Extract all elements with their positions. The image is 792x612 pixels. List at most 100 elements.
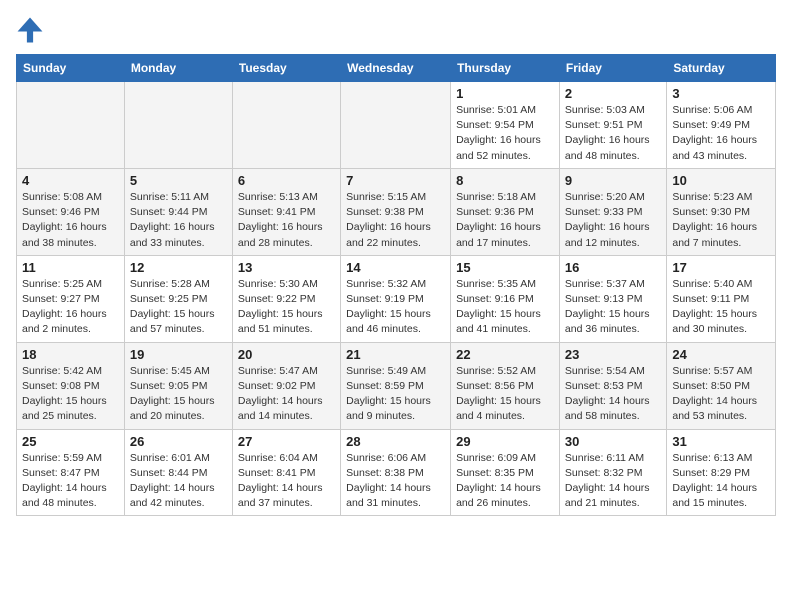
day-cell: 23 Sunrise: 5:54 AM Sunset: 8:53 PM Dayli… — [559, 342, 666, 429]
day-info: Sunrise: 5:11 AM Sunset: 9:44 PM Dayligh… — [130, 190, 227, 251]
day-cell — [232, 82, 340, 169]
day-cell: 7 Sunrise: 5:15 AM Sunset: 9:38 PM Daylig… — [341, 168, 451, 255]
page-header — [16, 16, 776, 44]
day-number: 10 — [672, 173, 770, 188]
day-number: 29 — [456, 434, 554, 449]
day-cell: 8 Sunrise: 5:18 AM Sunset: 9:36 PM Daylig… — [451, 168, 560, 255]
day-cell: 15Sunrise: 5:35 AM Sunset: 9:16 PM Dayli… — [451, 255, 560, 342]
day-cell: 14Sunrise: 5:32 AM Sunset: 9:19 PM Dayli… — [341, 255, 451, 342]
day-cell — [17, 82, 125, 169]
day-info: Sunrise: 5:54 AM Sunset: 8:53 PM Dayligh… — [565, 364, 661, 425]
day-number: 16 — [565, 260, 661, 275]
day-info: Sunrise: 5:40 AM Sunset: 9:11 PM Dayligh… — [672, 277, 770, 338]
day-cell — [124, 82, 232, 169]
day-number: 7 — [346, 173, 445, 188]
week-row-1: 1Sunrise: 5:01 AM Sunset: 9:54 PM Daylig… — [17, 82, 776, 169]
day-cell: 29 Sunrise: 6:09 AM Sunset: 8:35 PM Dayli… — [451, 429, 560, 516]
day-cell: 24 Sunrise: 5:57 AM Sunset: 8:50 PM Dayli… — [667, 342, 776, 429]
day-cell: 1Sunrise: 5:01 AM Sunset: 9:54 PM Daylig… — [451, 82, 560, 169]
day-info: Sunrise: 5:32 AM Sunset: 9:19 PM Dayligh… — [346, 277, 445, 338]
day-info: Sunrise: 6:09 AM Sunset: 8:35 PM Dayligh… — [456, 451, 554, 512]
day-info: Sunrise: 5:13 AM Sunset: 9:41 PM Dayligh… — [238, 190, 335, 251]
day-number: 20 — [238, 347, 335, 362]
day-cell: 20Sunrise: 5:47 AM Sunset: 9:02 PM Dayli… — [232, 342, 340, 429]
day-number: 9 — [565, 173, 661, 188]
day-info: Sunrise: 6:13 AM Sunset: 8:29 PM Dayligh… — [672, 451, 770, 512]
day-number: 6 — [238, 173, 335, 188]
day-number: 31 — [672, 434, 770, 449]
day-number: 2 — [565, 86, 661, 101]
week-row-3: 11 Sunrise: 5:25 AM Sunset: 9:27 PM Dayli… — [17, 255, 776, 342]
calendar-body: 1Sunrise: 5:01 AM Sunset: 9:54 PM Daylig… — [17, 82, 776, 516]
day-info: Sunrise: 6:06 AM Sunset: 8:38 PM Dayligh… — [346, 451, 445, 512]
day-cell: 26 Sunrise: 6:01 AM Sunset: 8:44 PM Dayli… — [124, 429, 232, 516]
column-header-tuesday: Tuesday — [232, 55, 340, 82]
day-number: 27 — [238, 434, 335, 449]
day-info: Sunrise: 5:08 AM Sunset: 9:46 PM Dayligh… — [22, 190, 119, 251]
logo — [16, 16, 48, 44]
day-number: 25 — [22, 434, 119, 449]
day-number: 13 — [238, 260, 335, 275]
day-cell: 18 Sunrise: 5:42 AM Sunset: 9:08 PM Dayli… — [17, 342, 125, 429]
day-info: Sunrise: 5:49 AM Sunset: 8:59 PM Dayligh… — [346, 364, 445, 425]
day-number: 4 — [22, 173, 119, 188]
day-info: Sunrise: 6:04 AM Sunset: 8:41 PM Dayligh… — [238, 451, 335, 512]
day-cell: 30 Sunrise: 6:11 AM Sunset: 8:32 PM Dayli… — [559, 429, 666, 516]
day-info: Sunrise: 5:52 AM Sunset: 8:56 PM Dayligh… — [456, 364, 554, 425]
day-cell: 12 Sunrise: 5:28 AM Sunset: 9:25 PM Dayli… — [124, 255, 232, 342]
day-number: 5 — [130, 173, 227, 188]
day-info: Sunrise: 5:18 AM Sunset: 9:36 PM Dayligh… — [456, 190, 554, 251]
day-cell: 16 Sunrise: 5:37 AM Sunset: 9:13 PM Dayli… — [559, 255, 666, 342]
day-info: Sunrise: 5:37 AM Sunset: 9:13 PM Dayligh… — [565, 277, 661, 338]
day-cell: 19Sunrise: 5:45 AM Sunset: 9:05 PM Dayli… — [124, 342, 232, 429]
day-number: 18 — [22, 347, 119, 362]
day-info: Sunrise: 5:25 AM Sunset: 9:27 PM Dayligh… — [22, 277, 119, 338]
day-number: 12 — [130, 260, 227, 275]
day-info: Sunrise: 5:28 AM Sunset: 9:25 PM Dayligh… — [130, 277, 227, 338]
day-cell: 25 Sunrise: 5:59 AM Sunset: 8:47 PM Dayli… — [17, 429, 125, 516]
day-number: 21 — [346, 347, 445, 362]
day-cell: 2 Sunrise: 5:03 AM Sunset: 9:51 PM Daylig… — [559, 82, 666, 169]
day-number: 17 — [672, 260, 770, 275]
day-cell: 28 Sunrise: 6:06 AM Sunset: 8:38 PM Dayli… — [341, 429, 451, 516]
day-cell: 17 Sunrise: 5:40 AM Sunset: 9:11 PM Dayli… — [667, 255, 776, 342]
day-cell: 22 Sunrise: 5:52 AM Sunset: 8:56 PM Dayli… — [451, 342, 560, 429]
day-cell: 13 Sunrise: 5:30 AM Sunset: 9:22 PM Dayli… — [232, 255, 340, 342]
day-info: Sunrise: 5:45 AM Sunset: 9:05 PM Dayligh… — [130, 364, 227, 425]
day-info: Sunrise: 5:30 AM Sunset: 9:22 PM Dayligh… — [238, 277, 335, 338]
day-number: 30 — [565, 434, 661, 449]
day-info: Sunrise: 5:42 AM Sunset: 9:08 PM Dayligh… — [22, 364, 119, 425]
day-number: 8 — [456, 173, 554, 188]
column-header-saturday: Saturday — [667, 55, 776, 82]
day-cell: 3 Sunrise: 5:06 AM Sunset: 9:49 PM Daylig… — [667, 82, 776, 169]
week-row-4: 18 Sunrise: 5:42 AM Sunset: 9:08 PM Dayli… — [17, 342, 776, 429]
day-number: 28 — [346, 434, 445, 449]
day-info: Sunrise: 5:15 AM Sunset: 9:38 PM Dayligh… — [346, 190, 445, 251]
day-cell: 6 Sunrise: 5:13 AM Sunset: 9:41 PM Daylig… — [232, 168, 340, 255]
day-info: Sunrise: 5:59 AM Sunset: 8:47 PM Dayligh… — [22, 451, 119, 512]
week-row-2: 4 Sunrise: 5:08 AM Sunset: 9:46 PM Daylig… — [17, 168, 776, 255]
day-cell: 10 Sunrise: 5:23 AM Sunset: 9:30 PM Dayli… — [667, 168, 776, 255]
day-number: 24 — [672, 347, 770, 362]
day-number: 11 — [22, 260, 119, 275]
day-number: 23 — [565, 347, 661, 362]
day-info: Sunrise: 5:01 AM Sunset: 9:54 PM Dayligh… — [456, 103, 554, 164]
day-number: 22 — [456, 347, 554, 362]
day-info: Sunrise: 5:57 AM Sunset: 8:50 PM Dayligh… — [672, 364, 770, 425]
header-row: SundayMondayTuesdayWednesdayThursdayFrid… — [17, 55, 776, 82]
day-cell: 11 Sunrise: 5:25 AM Sunset: 9:27 PM Dayli… — [17, 255, 125, 342]
day-info: Sunrise: 5:06 AM Sunset: 9:49 PM Dayligh… — [672, 103, 770, 164]
column-header-wednesday: Wednesday — [341, 55, 451, 82]
day-number: 26 — [130, 434, 227, 449]
calendar-header: SundayMondayTuesdayWednesdayThursdayFrid… — [17, 55, 776, 82]
day-number: 3 — [672, 86, 770, 101]
day-info: Sunrise: 6:01 AM Sunset: 8:44 PM Dayligh… — [130, 451, 227, 512]
day-cell: 27 Sunrise: 6:04 AM Sunset: 8:41 PM Dayli… — [232, 429, 340, 516]
day-info: Sunrise: 6:11 AM Sunset: 8:32 PM Dayligh… — [565, 451, 661, 512]
day-info: Sunrise: 5:03 AM Sunset: 9:51 PM Dayligh… — [565, 103, 661, 164]
day-info: Sunrise: 5:20 AM Sunset: 9:33 PM Dayligh… — [565, 190, 661, 251]
day-cell: 4 Sunrise: 5:08 AM Sunset: 9:46 PM Daylig… — [17, 168, 125, 255]
column-header-thursday: Thursday — [451, 55, 560, 82]
day-number: 15 — [456, 260, 554, 275]
day-info: Sunrise: 5:23 AM Sunset: 9:30 PM Dayligh… — [672, 190, 770, 251]
